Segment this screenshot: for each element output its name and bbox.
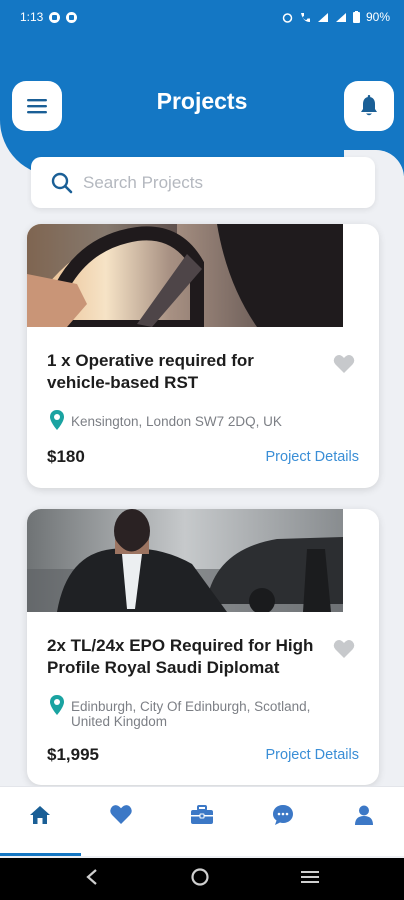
signal-icon bbox=[335, 12, 346, 22]
bottom-navigation bbox=[0, 786, 404, 856]
project-price: $180 bbox=[47, 447, 85, 466]
signal-icon bbox=[317, 12, 328, 22]
location-line: United Kingdom bbox=[71, 714, 168, 729]
circle-home-icon bbox=[191, 867, 209, 886]
project-details-link[interactable]: Project Details bbox=[266, 449, 359, 465]
chat-icon bbox=[272, 804, 293, 825]
search-icon bbox=[51, 172, 73, 193]
project-title-line: vehicle-based RST bbox=[47, 373, 199, 392]
location-text: Kensington, London SW7 2DQ, UK bbox=[71, 414, 282, 429]
project-location: Kensington, London SW7 2DQ, UK bbox=[49, 410, 339, 430]
briefcase-icon bbox=[190, 804, 213, 824]
home-icon bbox=[30, 805, 51, 824]
nav-projects[interactable] bbox=[182, 795, 222, 835]
profile-icon bbox=[354, 805, 373, 825]
status-bar: 1:13 90% bbox=[0, 0, 404, 34]
project-price: $1,995 bbox=[47, 745, 99, 764]
project-card[interactable]: 1 x Operative required for vehicle-based… bbox=[27, 224, 379, 488]
system-navigation-bar bbox=[0, 858, 404, 900]
location-pin-icon bbox=[50, 410, 64, 430]
nav-favorites[interactable] bbox=[101, 795, 141, 835]
search-bar[interactable] bbox=[31, 157, 375, 208]
call-icon bbox=[300, 12, 310, 22]
back-button[interactable] bbox=[85, 868, 99, 891]
notification-icon bbox=[49, 11, 61, 23]
project-image bbox=[27, 509, 343, 612]
location-line: Edinburgh, City Of Edinburgh, Scotland, bbox=[71, 699, 311, 714]
bell-icon bbox=[361, 95, 377, 116]
location-text: Edinburgh, City Of Edinburgh, Scotland, … bbox=[71, 699, 339, 729]
favorite-button[interactable] bbox=[333, 639, 355, 664]
status-time: 1:13 bbox=[20, 10, 44, 24]
notification-icon bbox=[66, 11, 78, 23]
project-image bbox=[27, 224, 343, 327]
project-title-line: 1 x Operative required for bbox=[47, 351, 254, 370]
project-location: Edinburgh, City Of Edinburgh, Scotland, … bbox=[49, 695, 339, 729]
project-card[interactable]: 2x TL/24x EPO Required for High Profile … bbox=[27, 509, 379, 785]
project-title: 2x TL/24x EPO Required for High Profile … bbox=[47, 635, 337, 679]
project-details-link[interactable]: Project Details bbox=[266, 747, 359, 763]
nav-home[interactable] bbox=[20, 795, 60, 835]
battery-level: 90% bbox=[365, 10, 390, 24]
nav-messages[interactable] bbox=[263, 795, 303, 835]
home-system-button[interactable] bbox=[190, 867, 210, 892]
active-tab-indicator bbox=[0, 853, 81, 856]
nav-profile[interactable] bbox=[344, 795, 384, 835]
project-title-line: 2x TL/24x EPO Required for High bbox=[47, 636, 314, 655]
recents-button[interactable] bbox=[300, 869, 319, 890]
project-title-line: Profile Royal Saudi Diplomat bbox=[47, 658, 280, 677]
recents-icon bbox=[300, 870, 319, 883]
back-icon bbox=[86, 868, 98, 885]
alarm-icon bbox=[282, 12, 293, 23]
notifications-button[interactable] bbox=[344, 81, 394, 131]
project-title: 1 x Operative required for vehicle-based… bbox=[47, 350, 337, 394]
search-input[interactable] bbox=[83, 172, 343, 193]
location-pin-icon bbox=[50, 695, 64, 715]
battery-icon bbox=[352, 11, 360, 23]
heart-icon bbox=[110, 805, 132, 824]
heart-icon bbox=[333, 640, 355, 658]
favorite-button[interactable] bbox=[333, 354, 355, 379]
heart-icon bbox=[333, 355, 355, 373]
